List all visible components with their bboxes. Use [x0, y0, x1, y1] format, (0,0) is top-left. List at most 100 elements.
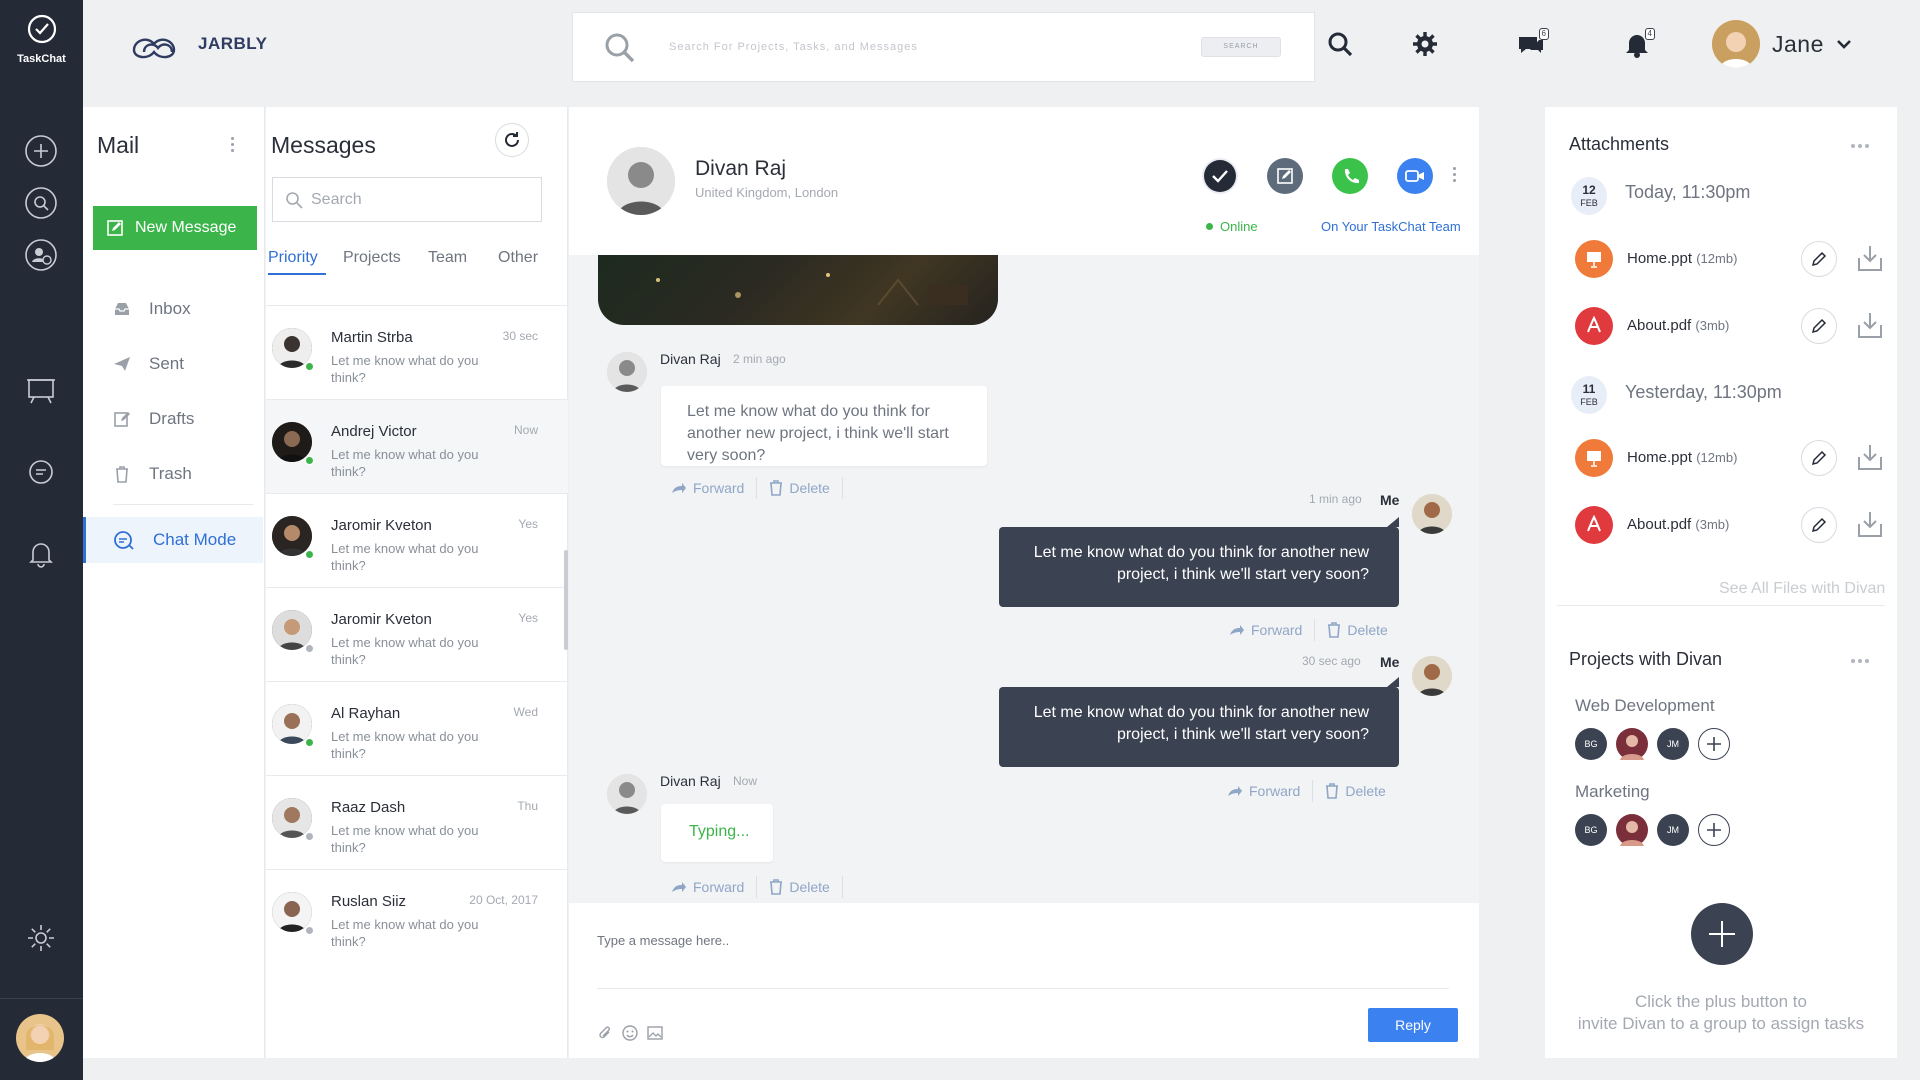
brand[interactable]: JARBLY — [130, 28, 267, 60]
contact-avatar — [607, 147, 675, 215]
conversation-item[interactable]: Ruslan Siiz 20 Oct, 2017 Let me know wha… — [266, 870, 568, 964]
conversation-item[interactable]: Andrej Victor Now Let me know what do yo… — [266, 400, 568, 494]
edit-task-button[interactable] — [1267, 158, 1303, 194]
member-avatar[interactable]: BG — [1575, 814, 1607, 846]
attach-icon[interactable] — [597, 1025, 613, 1041]
add-icon[interactable] — [22, 132, 60, 170]
member-avatar[interactable]: BG — [1575, 728, 1607, 760]
jarbly-logo-icon — [132, 38, 176, 59]
header-notifications-icon[interactable]: 4 — [1617, 24, 1657, 64]
taskchat-logo[interactable]: TaskChat — [0, 14, 83, 65]
sender-avatar — [607, 774, 647, 814]
forward-button[interactable]: Forward — [659, 879, 756, 895]
bell-icon[interactable] — [22, 534, 60, 572]
forward-button[interactable]: Forward — [659, 480, 756, 496]
forward-label: Forward — [1251, 622, 1303, 638]
download-button[interactable] — [1855, 508, 1885, 540]
member-avatar[interactable] — [1616, 728, 1648, 760]
edit-file-button[interactable] — [1801, 308, 1837, 344]
chat-bubble-icon[interactable] — [22, 453, 60, 491]
rail-user-avatar[interactable] — [16, 1014, 64, 1062]
file-title: Home.ppt — [1627, 250, 1693, 267]
mail-menu-icon[interactable] — [231, 137, 234, 152]
header-gear-icon[interactable] — [1405, 24, 1445, 64]
mail-item-sent[interactable]: Sent — [83, 341, 263, 387]
header-search-icon[interactable] — [1320, 24, 1360, 64]
file-name[interactable]: Home.ppt (12mb) — [1627, 250, 1737, 267]
download-button[interactable] — [1855, 309, 1885, 341]
image-icon[interactable] — [647, 1025, 663, 1041]
board-icon[interactable] — [22, 372, 60, 410]
add-member-button[interactable] — [1698, 728, 1730, 760]
settings-icon[interactable] — [22, 919, 60, 957]
edit-file-button[interactable] — [1801, 507, 1837, 543]
plus-icon — [1707, 823, 1721, 837]
member-avatar[interactable]: JM — [1657, 728, 1689, 760]
forward-button[interactable]: Forward — [1217, 622, 1314, 638]
forward-label: Forward — [693, 480, 745, 496]
file-name[interactable]: About.pdf (3mb) — [1627, 516, 1729, 533]
forward-button[interactable]: Forward — [1215, 783, 1312, 799]
member-avatar[interactable] — [1616, 814, 1648, 846]
mail-item-trash[interactable]: Trash — [83, 451, 263, 497]
emoji-icon[interactable] — [622, 1025, 638, 1041]
projects-menu-icon[interactable] — [1851, 659, 1869, 663]
add-member-button[interactable] — [1698, 814, 1730, 846]
mail-item-label: Drafts — [149, 409, 195, 428]
tab-priority[interactable]: Priority — [268, 249, 318, 267]
presence-offline — [305, 644, 314, 653]
conversation-item[interactable]: Jaromir Kveton Yes Let me know what do y… — [266, 494, 568, 588]
conversation-item[interactable]: Martin Strba 30 sec Let me know what do … — [266, 306, 568, 400]
attachments-menu-icon[interactable] — [1851, 144, 1869, 148]
call-button[interactable] — [1332, 158, 1368, 194]
refresh-button[interactable] — [495, 123, 529, 157]
edit-file-button[interactable] — [1801, 440, 1837, 476]
mail-item-drafts[interactable]: Drafts — [83, 396, 263, 442]
add-user-icon[interactable] — [22, 236, 60, 274]
tab-projects[interactable]: Projects — [343, 249, 401, 267]
image-attachment[interactable] — [598, 255, 998, 325]
conversation-item[interactable]: Al Rayhan Wed Let me know what do you th… — [266, 682, 568, 776]
file-name[interactable]: Home.ppt (12mb) — [1627, 449, 1737, 466]
messages-search-input[interactable] — [311, 190, 531, 209]
file-name[interactable]: About.pdf (3mb) — [1627, 317, 1729, 334]
search-button[interactable]: SEARCH — [1201, 37, 1281, 57]
delete-button[interactable]: Delete — [1315, 622, 1399, 638]
team-link[interactable]: On Your TaskChat Team — [1321, 219, 1461, 234]
chat-menu-icon[interactable] — [1453, 167, 1456, 182]
scrollbar[interactable] — [564, 550, 568, 650]
delete-button[interactable]: Delete — [1313, 783, 1397, 799]
new-message-button[interactable]: New Message — [93, 206, 257, 250]
trash-icon — [116, 466, 128, 483]
project-name[interactable]: Web Development — [1575, 696, 1715, 716]
global-search-input[interactable] — [669, 37, 1189, 57]
see-all-files-link[interactable]: See All Files with Divan — [1719, 580, 1885, 598]
project-name[interactable]: Marketing — [1575, 782, 1650, 802]
download-button[interactable] — [1855, 242, 1885, 274]
reply-button[interactable]: Reply — [1368, 1008, 1458, 1042]
mail-item-inbox[interactable]: Inbox — [83, 286, 263, 332]
invite-plus-button[interactable] — [1691, 903, 1753, 965]
online-status-label: Online — [1220, 219, 1258, 234]
conversation-item[interactable]: Jaromir Kveton Yes Let me know what do y… — [266, 588, 568, 682]
chat-icon — [114, 531, 134, 550]
delete-button[interactable]: Delete — [757, 879, 841, 895]
edit-file-button[interactable] — [1801, 241, 1837, 277]
rail-search-icon[interactable] — [22, 184, 60, 222]
mail-item-chat-mode[interactable]: Chat Mode — [83, 517, 263, 563]
conversation-item[interactable]: Raaz Dash Thu Let me know what do you th… — [266, 776, 568, 870]
video-call-button[interactable] — [1397, 158, 1433, 194]
pencil-icon — [1811, 517, 1827, 533]
delete-button[interactable]: Delete — [757, 480, 841, 496]
send-icon — [114, 357, 130, 371]
tab-team[interactable]: Team — [428, 249, 467, 267]
message-input[interactable] — [597, 929, 1417, 951]
user-menu[interactable]: Jane — [1712, 20, 1852, 68]
download-button[interactable] — [1855, 441, 1885, 473]
message-actions: Forward Delete — [659, 876, 843, 898]
member-avatar[interactable]: JM — [1657, 814, 1689, 846]
tab-other[interactable]: Other — [498, 249, 538, 267]
header-messages-icon[interactable]: 6 — [1511, 24, 1551, 64]
verified-icon[interactable] — [1202, 158, 1238, 194]
taskchat-logo-icon — [27, 14, 56, 44]
